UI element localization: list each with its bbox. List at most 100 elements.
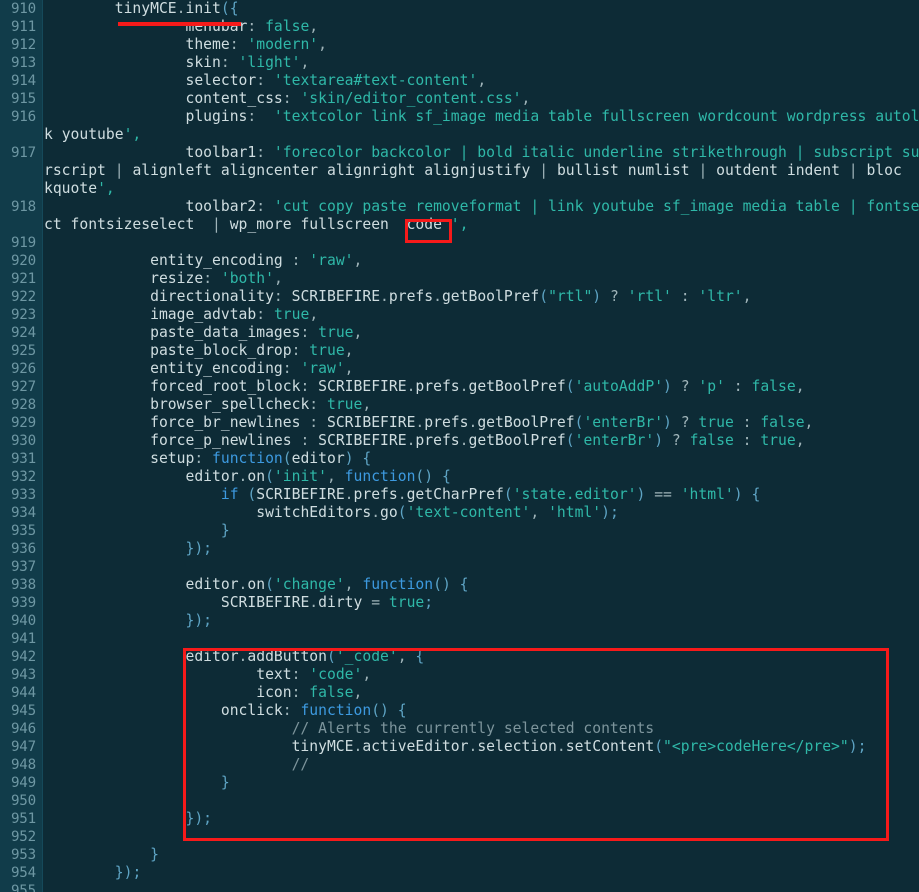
line-number: 927 <box>10 379 36 395</box>
line-number: 951 <box>10 811 36 827</box>
line-number <box>0 126 42 144</box>
code-line[interactable]: entity_encoding: 'raw', <box>44 360 919 378</box>
line-number: 916 <box>10 109 36 125</box>
code-line[interactable]: force_p_newlines : SCRIBEFIRE.prefs.getB… <box>44 432 919 450</box>
code-line[interactable]: browser_spellcheck: true, <box>44 396 919 414</box>
code-line[interactable]: } <box>44 774 919 792</box>
line-number: 923 <box>10 307 36 323</box>
line-number: 926 <box>10 361 36 377</box>
line-number: 910 <box>10 1 36 17</box>
line-number: 942 <box>10 649 36 665</box>
line-number: 939 <box>10 595 36 611</box>
line-number: 938 <box>10 577 36 593</box>
code-line[interactable]: editor.addButton('_code', { <box>44 648 919 666</box>
code-line[interactable]: menubar: false, <box>44 18 919 36</box>
code-line[interactable]: kquote', <box>44 180 919 198</box>
line-number: 915 <box>10 91 36 107</box>
line-number: 936 <box>10 541 36 557</box>
line-number: 919 <box>10 235 36 251</box>
line-number: 912 <box>10 37 36 53</box>
line-number: 948 <box>10 757 36 773</box>
code-line[interactable]: }); <box>44 540 919 558</box>
line-number: 934 <box>10 505 36 521</box>
code-line[interactable]: content_css: 'skin/editor_content.css', <box>44 90 919 108</box>
code-line[interactable]: toolbar1: 'forecolor backcolor | bold it… <box>44 144 919 162</box>
line-number: 925 <box>10 343 36 359</box>
code-line[interactable]: editor.on('init', function() { <box>44 468 919 486</box>
line-number: 922 <box>10 289 36 305</box>
code-line[interactable]: image_advtab: true, <box>44 306 919 324</box>
code-line[interactable]: plugins: 'textcolor link sf_image media … <box>44 108 919 126</box>
line-number: 949 <box>10 775 36 791</box>
line-number: 917 <box>10 145 36 161</box>
code-line[interactable]: }); <box>44 864 919 882</box>
code-line[interactable] <box>44 882 919 892</box>
line-number: 953 <box>10 847 36 863</box>
line-number: 914 <box>10 73 36 89</box>
line-number: 920 <box>10 253 36 269</box>
code-line[interactable]: text: 'code', <box>44 666 919 684</box>
code-line[interactable]: }); <box>44 612 919 630</box>
code-line[interactable]: force_br_newlines : SCRIBEFIRE.prefs.get… <box>44 414 919 432</box>
code-line[interactable]: } <box>44 846 919 864</box>
code-line[interactable] <box>44 792 919 810</box>
code-line[interactable]: entity_encoding : 'raw', <box>44 252 919 270</box>
code-line[interactable]: paste_data_images: true, <box>44 324 919 342</box>
code-line[interactable]: theme: 'modern', <box>44 36 919 54</box>
code-line[interactable]: ct fontsizeselect | wp_more fullscreen c… <box>44 216 919 234</box>
code-line[interactable]: onclick: function() { <box>44 702 919 720</box>
code-line[interactable]: rscript | alignleft aligncenter alignrig… <box>44 162 919 180</box>
line-number: 924 <box>10 325 36 341</box>
code-line[interactable]: directionality: SCRIBEFIRE.prefs.getBool… <box>44 288 919 306</box>
line-number: 947 <box>10 739 36 755</box>
line-number: 943 <box>10 667 36 683</box>
code-line[interactable]: paste_block_drop: true, <box>44 342 919 360</box>
code-line[interactable]: icon: false, <box>44 684 919 702</box>
line-number: 950 <box>10 793 36 809</box>
code-line[interactable]: // <box>44 756 919 774</box>
line-number: 952 <box>10 829 36 845</box>
code-viewer: 910 911 912 913 914 915 916 917 918 919 920 921 922 9… <box>0 0 919 892</box>
code-line[interactable]: resize: 'both', <box>44 270 919 288</box>
code-line[interactable]: if (SCRIBEFIRE.prefs.getCharPref('state.… <box>44 486 919 504</box>
line-number: 946 <box>10 721 36 737</box>
code-line[interactable]: editor.on('change', function() { <box>44 576 919 594</box>
line-number: 929 <box>10 415 36 431</box>
line-number: 940 <box>10 613 36 629</box>
line-number <box>0 162 42 180</box>
line-number: 928 <box>10 397 36 413</box>
line-number: 932 <box>10 469 36 485</box>
line-number: 954 <box>10 865 36 881</box>
line-number: 933 <box>10 487 36 503</box>
code-line[interactable]: } <box>44 522 919 540</box>
line-number: 911 <box>10 19 36 35</box>
line-number: 931 <box>10 451 36 467</box>
line-number: 937 <box>10 559 36 575</box>
line-number <box>0 216 42 234</box>
code-line[interactable]: skin: 'light', <box>44 54 919 72</box>
code-line[interactable]: // Alerts the currently selected content… <box>44 720 919 738</box>
line-number <box>0 180 42 198</box>
code-line[interactable]: tinyMCE.activeEditor.selection.setConten… <box>44 738 919 756</box>
code-line[interactable]: forced_root_block: SCRIBEFIRE.prefs.getB… <box>44 378 919 396</box>
code-line[interactable]: switchEditors.go('text-content', 'html')… <box>44 504 919 522</box>
code-line[interactable]: }); <box>44 810 919 828</box>
line-number: 913 <box>10 55 36 71</box>
code-line[interactable] <box>44 828 919 846</box>
line-number: 918 <box>10 199 36 215</box>
code-line[interactable]: selector: 'textarea#text-content', <box>44 72 919 90</box>
code-line[interactable]: k youtube', <box>44 126 919 144</box>
line-number: 944 <box>10 685 36 701</box>
code-line[interactable] <box>44 558 919 576</box>
code-line[interactable]: setup: function(editor) { <box>44 450 919 468</box>
line-number: 930 <box>10 433 36 449</box>
code-line[interactable]: tinyMCE.init({ <box>44 0 919 18</box>
code-line[interactable] <box>44 234 919 252</box>
code-line[interactable]: toolbar2: 'cut copy paste removeformat |… <box>44 198 919 216</box>
line-number-gutter: 910 911 912 913 914 915 916 917 918 919 920 921 922 9… <box>0 0 43 892</box>
line-number: 935 <box>10 523 36 539</box>
code-content-area[interactable]: tinyMCE.init({ menubar: false, theme: 'm… <box>44 0 919 892</box>
line-number: 921 <box>10 271 36 287</box>
code-line[interactable]: SCRIBEFIRE.dirty = true; <box>44 594 919 612</box>
code-line[interactable] <box>44 630 919 648</box>
